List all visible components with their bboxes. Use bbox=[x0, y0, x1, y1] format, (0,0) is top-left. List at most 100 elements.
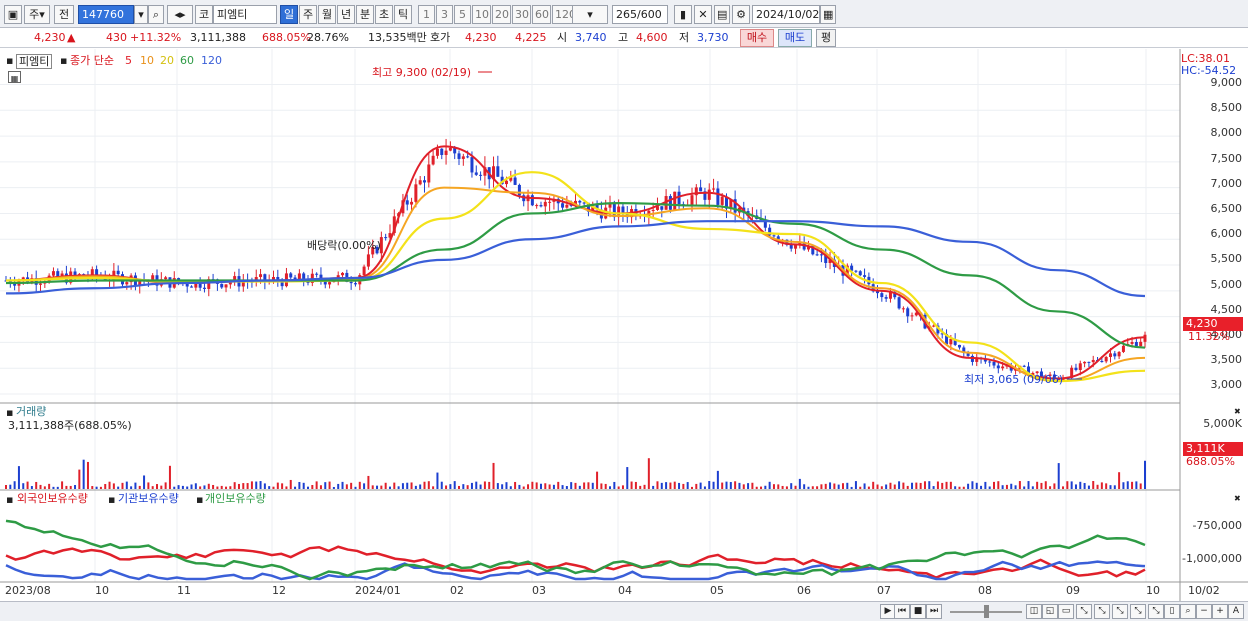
interval-button-7[interactable]: 120 bbox=[552, 5, 576, 24]
zoom-search-icon[interactable]: ⌕ bbox=[1180, 604, 1196, 619]
candle-body bbox=[448, 147, 452, 151]
ma20-label[interactable]: 20 bbox=[160, 54, 174, 67]
volume-bar bbox=[294, 486, 297, 489]
price-panel-indicator-label[interactable]: 종가 단순 bbox=[70, 54, 114, 67]
candle-body bbox=[854, 270, 858, 272]
volume-pct: 688.05% bbox=[262, 31, 311, 44]
institution-holding-label[interactable]: 기관보유수량 bbox=[118, 492, 179, 505]
calendar-icon[interactable]: ▦ bbox=[820, 5, 836, 24]
prev-button[interactable]: 전 bbox=[54, 5, 74, 24]
tool-icon-1[interactable]: ◫ bbox=[1026, 604, 1042, 619]
interval-button-4[interactable]: 20 bbox=[492, 5, 511, 24]
speaker-icon[interactable]: ◂▸ bbox=[167, 5, 193, 24]
buy-button[interactable]: 매수 bbox=[740, 29, 774, 47]
tool-icon-4[interactable]: ⤡ bbox=[1076, 604, 1092, 619]
interval-button-2[interactable]: 5 bbox=[454, 5, 471, 24]
period-button-4[interactable]: 분 bbox=[356, 5, 374, 24]
price-panel-stock-name[interactable]: 피엠티 bbox=[16, 54, 53, 69]
period-button-2[interactable]: 월 bbox=[318, 5, 336, 24]
tool-icon-8[interactable]: ⤡ bbox=[1148, 604, 1164, 619]
volume-bar bbox=[1070, 481, 1073, 489]
volume-panel-title[interactable]: 거래량 bbox=[16, 405, 46, 418]
x-axis-label: 10 bbox=[1146, 584, 1160, 597]
volume-bar bbox=[488, 481, 491, 489]
volume-bar bbox=[242, 483, 245, 489]
period-button-3[interactable]: 년 bbox=[337, 5, 355, 24]
volume-bar bbox=[643, 484, 646, 489]
volume-bar bbox=[768, 481, 771, 489]
volume-bar bbox=[777, 484, 780, 489]
price-y-tick: 5,500 bbox=[1210, 252, 1243, 266]
ma120-label[interactable]: 120 bbox=[201, 54, 222, 67]
period-button-5[interactable]: 초 bbox=[375, 5, 393, 24]
code-dropdown-icon[interactable]: ▾ bbox=[134, 5, 148, 24]
zoom-in-icon[interactable]: + bbox=[1212, 604, 1228, 619]
ma5-label[interactable]: 5 bbox=[125, 54, 132, 67]
save-icon[interactable]: ▤ bbox=[714, 5, 730, 24]
tool-icon-6[interactable]: ⤡ bbox=[1112, 604, 1128, 619]
volume-bar bbox=[721, 482, 724, 489]
tool-icon-3[interactable]: ▭ bbox=[1058, 604, 1074, 619]
volume-bar bbox=[600, 483, 603, 489]
stock-code-input[interactable]: 147760 bbox=[78, 5, 134, 24]
candle-icon[interactable]: ▮ bbox=[674, 5, 692, 24]
x-axis-label: 04 bbox=[618, 584, 632, 597]
zoom-out-icon[interactable]: − bbox=[1196, 604, 1212, 619]
interval-button-1[interactable]: 3 bbox=[436, 5, 453, 24]
interval-button-3[interactable]: 10 bbox=[472, 5, 491, 24]
candle-body bbox=[815, 254, 819, 256]
volume-bar bbox=[596, 471, 599, 489]
volume-panel-close-icon[interactable]: ✖ bbox=[1234, 405, 1241, 418]
volume-bar bbox=[121, 482, 124, 489]
tool-icon-5[interactable]: ⤡ bbox=[1094, 604, 1110, 619]
cross-icon[interactable]: ✕ bbox=[694, 5, 712, 24]
period-button-1[interactable]: 주 bbox=[299, 5, 317, 24]
ma60-label[interactable]: 60 bbox=[180, 54, 194, 67]
scroll-last-icon[interactable]: ⏭ bbox=[926, 604, 942, 619]
period-button-0[interactable]: 일 bbox=[280, 5, 298, 24]
tool-icon-7[interactable]: ⤡ bbox=[1130, 604, 1146, 619]
search-icon[interactable]: ⌕ bbox=[148, 5, 164, 24]
volume-bar bbox=[311, 485, 314, 489]
layout-icon[interactable]: ▣ bbox=[4, 5, 22, 24]
period-button-6[interactable]: 틱 bbox=[394, 5, 412, 24]
volume-bar bbox=[988, 486, 991, 489]
interval-button-5[interactable]: 30 bbox=[512, 5, 531, 24]
volume-bar bbox=[695, 483, 698, 489]
calculator-icon[interactable]: ▦ bbox=[8, 71, 21, 83]
volume-bar bbox=[56, 486, 59, 489]
interval-button-0[interactable]: 1 bbox=[418, 5, 435, 24]
scroll-first-icon[interactable]: ⏮ bbox=[894, 604, 910, 619]
volume-bar bbox=[613, 481, 616, 489]
stock-chart-svg[interactable] bbox=[0, 49, 1248, 601]
volume-bar bbox=[151, 486, 154, 489]
volume-bar bbox=[328, 481, 331, 489]
stock-name-field[interactable]: 피엠티 bbox=[213, 5, 277, 24]
tool-icon-9[interactable]: ▯ bbox=[1164, 604, 1180, 619]
foreign-holding-label[interactable]: 외국인보유수량 bbox=[17, 492, 88, 505]
volume-bar bbox=[544, 483, 547, 489]
interval-custom-select[interactable]: ▾ bbox=[572, 5, 608, 24]
panel-toggle-icon[interactable]: ▪ bbox=[6, 54, 13, 67]
zoom-slider-handle[interactable] bbox=[984, 605, 989, 618]
date-field[interactable]: 2024/10/02 bbox=[752, 5, 820, 24]
individual-holding-label[interactable]: 개인보유수량 bbox=[205, 492, 266, 505]
text-tool-icon[interactable]: A bbox=[1228, 604, 1244, 619]
chart-type-select[interactable]: 주▾ bbox=[24, 5, 50, 24]
eval-button[interactable]: 평 bbox=[816, 29, 836, 47]
gear-icon[interactable]: ⚙ bbox=[732, 5, 750, 24]
tool-icon-2[interactable]: ◱ bbox=[1042, 604, 1058, 619]
sell-button[interactable]: 매도 bbox=[778, 29, 812, 47]
interval-button-6[interactable]: 60 bbox=[532, 5, 551, 24]
stop-icon[interactable]: ■ bbox=[910, 604, 926, 619]
candle-body bbox=[259, 274, 263, 278]
holding-panel-close-icon[interactable]: ✖ bbox=[1234, 492, 1241, 505]
volume-bar bbox=[376, 485, 379, 489]
market-button[interactable]: 코 bbox=[195, 5, 213, 24]
count-field[interactable]: 265/600 bbox=[612, 5, 668, 24]
volume-bar bbox=[388, 486, 391, 489]
volume-bar bbox=[315, 481, 318, 489]
open-label: 시 bbox=[557, 31, 568, 44]
quote-bar: 4,230 ▲ 430 +11.32% 3,111,388 688.05% 28… bbox=[0, 28, 1248, 48]
ma10-label[interactable]: 10 bbox=[140, 54, 154, 67]
